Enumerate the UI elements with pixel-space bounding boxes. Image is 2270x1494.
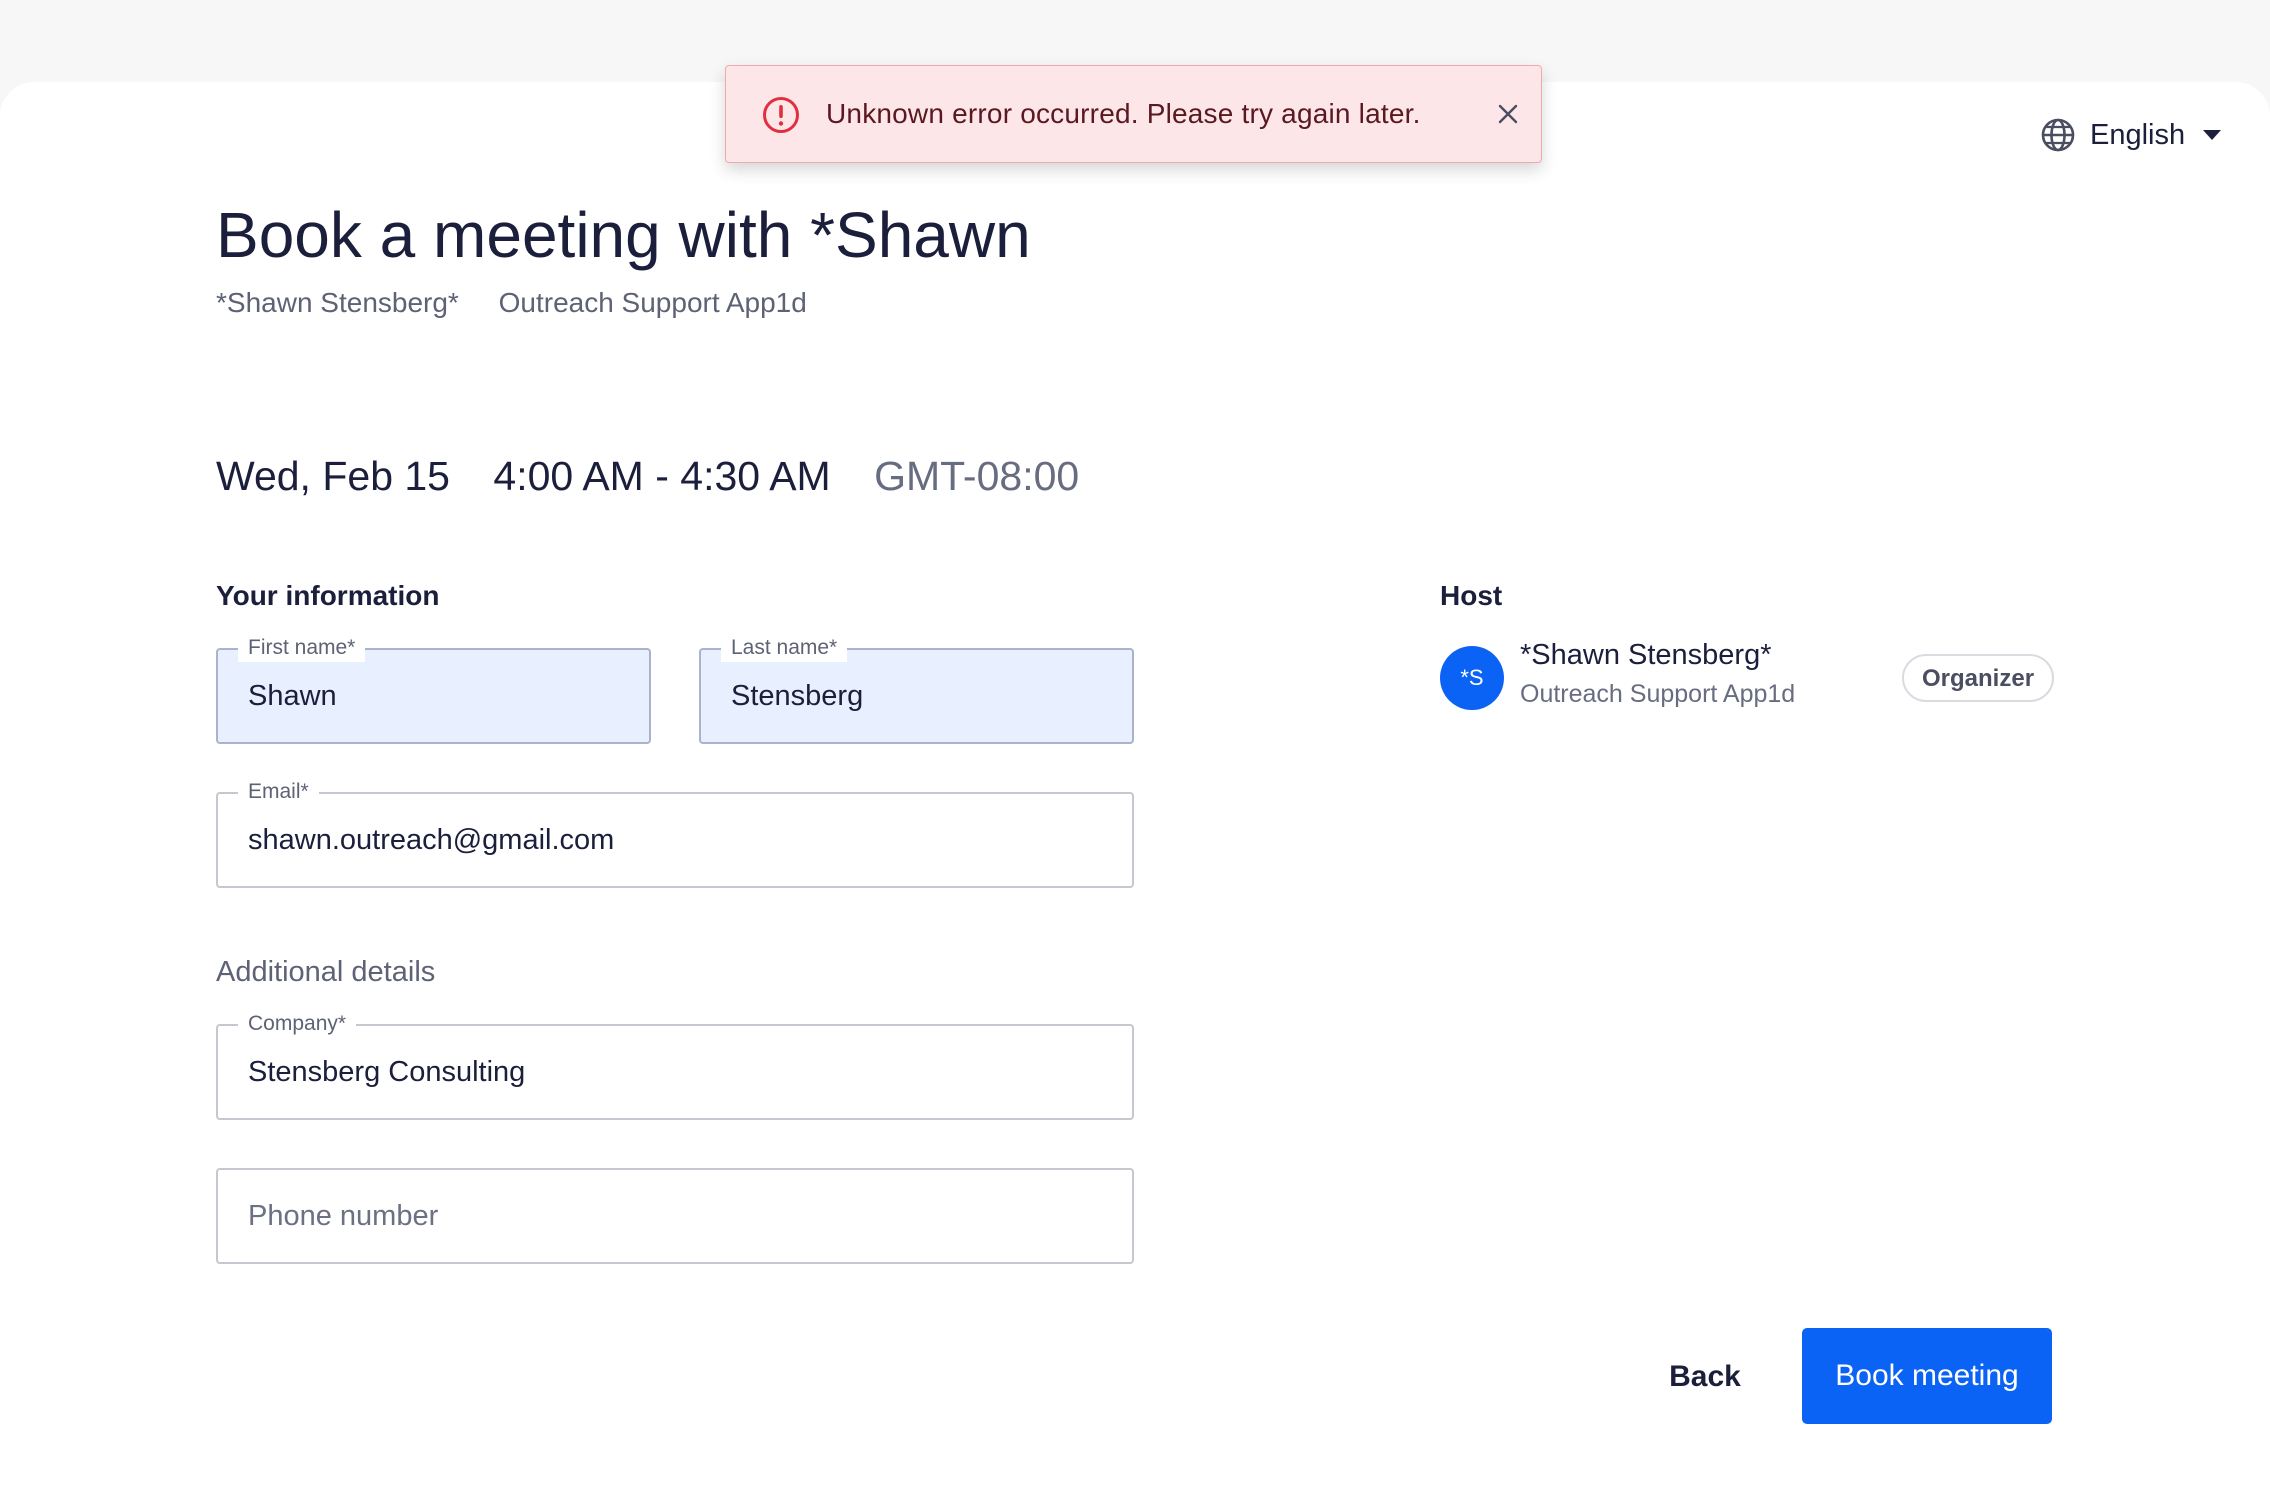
error-message: Unknown error occurred. Please try again… bbox=[826, 98, 1421, 129]
company-value: Stensberg Consulting bbox=[248, 1056, 526, 1088]
language-label: English bbox=[2090, 118, 2186, 151]
last-name-field[interactable]: Last name* Stensberg bbox=[699, 634, 1134, 744]
host-heading: Host bbox=[1440, 580, 1503, 611]
company-field[interactable]: Company* Stensberg Consulting bbox=[216, 1010, 1134, 1120]
first-name-field[interactable]: First name* Shawn bbox=[216, 634, 651, 744]
page-subtitle: *Shawn Stensberg* Outreach Support App1d bbox=[216, 287, 839, 319]
phone-number-placeholder: Phone number bbox=[248, 1200, 439, 1232]
additional-details-heading: Additional details bbox=[216, 956, 436, 988]
back-button[interactable]: Back bbox=[1650, 1330, 1760, 1424]
meeting-datetime: Wed, Feb 15 4:00 AM - 4:30 AM GMT-08:00 bbox=[216, 453, 1079, 500]
globe-icon bbox=[2041, 118, 2075, 152]
avatar: *S bbox=[1440, 646, 1504, 710]
organization-subtitle: Outreach Support App1d bbox=[498, 287, 807, 318]
first-name-value: Shawn bbox=[248, 680, 337, 712]
phone-number-field[interactable]: Phone number bbox=[216, 1168, 1134, 1264]
alert-circle-icon bbox=[763, 97, 799, 133]
close-icon[interactable] bbox=[1496, 102, 1520, 126]
your-information-heading: Your information bbox=[216, 580, 440, 611]
last-name-value: Stensberg bbox=[731, 680, 864, 712]
error-toast: Unknown error occurred. Please try again… bbox=[725, 65, 1542, 163]
meeting-date: Wed, Feb 15 bbox=[216, 453, 450, 499]
meeting-time: 4:00 AM - 4:30 AM bbox=[493, 453, 831, 499]
host-name: *Shawn Stensberg* bbox=[1520, 639, 1772, 671]
page-title: Book a meeting with *Shawn bbox=[216, 199, 1031, 271]
book-meeting-button[interactable]: Book meeting bbox=[1802, 1328, 2052, 1424]
host-organization: Outreach Support App1d bbox=[1520, 680, 1796, 708]
organizer-badge: Organizer bbox=[1902, 654, 2055, 702]
meeting-timezone: GMT-08:00 bbox=[874, 453, 1080, 499]
language-selector[interactable]: English bbox=[2040, 112, 2222, 158]
email-field[interactable]: Email* shawn.outreach@gmail.com bbox=[216, 778, 1134, 888]
host-name-subtitle: *Shawn Stensberg* bbox=[216, 287, 459, 318]
chevron-down-icon bbox=[2203, 130, 2222, 140]
email-value: shawn.outreach@gmail.com bbox=[248, 824, 615, 856]
